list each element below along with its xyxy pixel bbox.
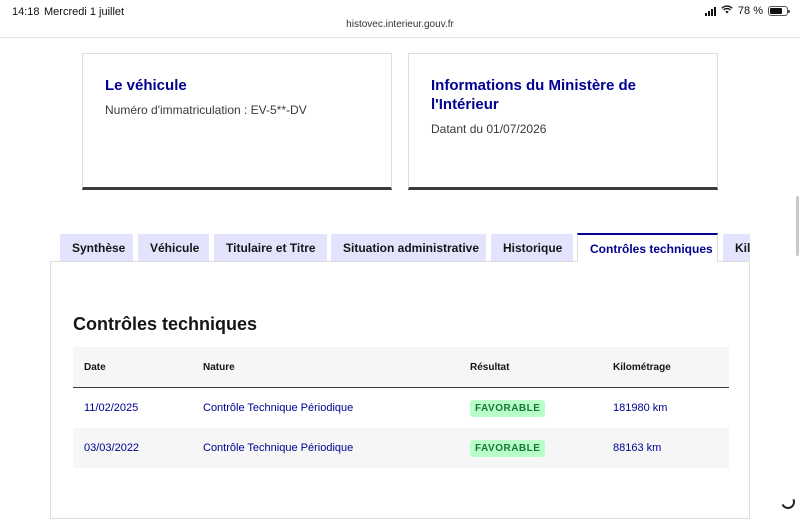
tab-kilometrage[interactable]: Kilo — [723, 234, 750, 262]
inspection-result: FAVORABLE — [470, 388, 546, 428]
tab-panel: Contrôles techniques Date Nature Résulta… — [50, 261, 750, 519]
status-indicators: 78 % — [704, 5, 790, 17]
cellular-signal-icon — [704, 6, 716, 16]
result-badge: FAVORABLE — [470, 439, 546, 457]
section-title: Contrôles techniques — [73, 314, 258, 334]
wifi-icon — [721, 5, 733, 17]
inspection-date: 11/02/2025 — [84, 402, 139, 414]
table-row: 11/02/2025 Contrôle Technique Périodique… — [73, 388, 729, 428]
browser-divider — [0, 37, 800, 38]
status-date: Mercredi 1 juillet — [44, 6, 125, 18]
tab-synthese[interactable]: Synthèse — [60, 234, 133, 262]
ministry-card-title: Informations du Ministère de l'Intérieur — [431, 77, 637, 113]
scrollbar[interactable] — [796, 196, 799, 256]
table-row: 03/03/2022 Contrôle Technique Périodique… — [73, 428, 729, 468]
inspection-date: 03/03/2022 — [84, 442, 140, 454]
registration-number: Numéro d'immatriculation : EV-5**-DV — [105, 103, 307, 117]
inspection-mileage: 181980 km — [613, 402, 668, 414]
column-header-result: Résultat — [470, 361, 510, 373]
column-header-date: Date — [84, 361, 106, 373]
column-header-mileage: Kilométrage — [613, 361, 671, 373]
report-date: Datant du 01/07/2026 — [431, 122, 547, 136]
inspections-table: Date Nature Résultat Kilométrage 11/02/2… — [73, 347, 729, 468]
vehicle-card: Le véhicule Numéro d'immatriculation : E… — [82, 53, 392, 190]
inspection-result: FAVORABLE — [470, 428, 546, 468]
inspection-nature: Contrôle Technique Périodique — [203, 402, 354, 414]
loading-spinner-icon — [779, 493, 797, 511]
result-badge: FAVORABLE — [470, 399, 546, 417]
tab-situation-administrative[interactable]: Situation administrative — [331, 234, 486, 262]
inspection-nature: Contrôle Technique Périodique — [203, 442, 354, 454]
column-header-nature: Nature — [203, 361, 235, 373]
table-header: Date Nature Résultat Kilométrage — [73, 347, 729, 388]
tab-historique[interactable]: Historique — [491, 234, 573, 262]
battery-percent: 78 % — [737, 5, 763, 17]
ministry-card: Informations du Ministère de l'Intérieur… — [408, 53, 718, 190]
tab-controles-techniques[interactable]: Contrôles techniques — [577, 233, 718, 262]
vehicle-card-title: Le véhicule — [105, 77, 187, 94]
address-bar[interactable]: histovec.interieur.gouv.fr — [0, 19, 800, 30]
inspection-mileage: 88163 km — [613, 442, 662, 454]
tab-list: Synthèse Véhicule Titulaire et Titre Sit… — [60, 233, 750, 262]
status-time: 14:18 — [12, 6, 40, 18]
tab-titulaire[interactable]: Titulaire et Titre — [214, 234, 327, 262]
battery-icon — [768, 6, 790, 16]
tab-vehicule[interactable]: Véhicule — [138, 234, 209, 262]
